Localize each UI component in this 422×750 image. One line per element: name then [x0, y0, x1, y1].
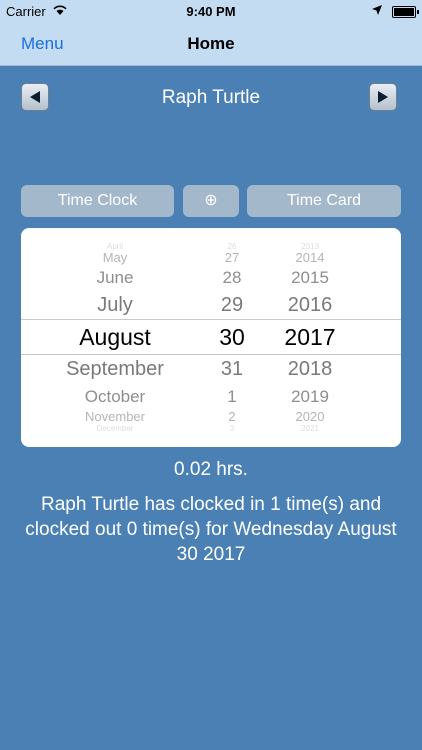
picker-month[interactable]: October	[61, 387, 169, 407]
picker-year[interactable]: 2020	[271, 409, 349, 424]
navigation-bar: Menu Home	[0, 22, 422, 66]
time-clock-button[interactable]: Time Clock	[21, 185, 174, 217]
right-arrow-icon	[378, 91, 388, 103]
status-bar: Carrier 9:40 PM	[0, 0, 422, 22]
picker-day-selected[interactable]: 30	[201, 324, 263, 351]
picker-month-selected[interactable]: August	[61, 324, 169, 351]
date-picker[interactable]: April May June July August September Oct…	[21, 228, 401, 447]
clock-summary: Raph Turtle has clocked in 1 time(s) and…	[25, 494, 397, 565]
picker-month[interactable]: December	[61, 424, 169, 433]
picker-year[interactable]: 2018	[271, 358, 349, 381]
picker-year[interactable]: 2019	[271, 387, 349, 407]
picker-month[interactable]: September	[61, 358, 169, 381]
location-icon	[372, 5, 382, 15]
battery-icon	[392, 6, 419, 18]
picker-day[interactable]: 29	[201, 294, 263, 317]
picker-day[interactable]: 27	[201, 250, 263, 265]
add-button[interactable]: ⊕	[183, 185, 239, 217]
person-name: Raph Turtle	[161, 87, 261, 108]
picker-month[interactable]: June	[61, 268, 169, 288]
total-hours: 0.02 hrs.	[174, 459, 248, 480]
picker-month[interactable]: May	[61, 250, 169, 265]
picker-year-selected[interactable]: 2017	[271, 324, 349, 351]
next-person-button[interactable]	[369, 83, 397, 111]
picker-year[interactable]: 2021	[271, 424, 349, 433]
picker-year[interactable]: 2014	[271, 250, 349, 265]
picker-month[interactable]: November	[61, 409, 169, 424]
picker-day[interactable]: 1	[201, 387, 263, 407]
picker-day[interactable]: 2	[201, 409, 263, 424]
picker-year[interactable]: 2016	[271, 294, 349, 317]
status-time: 9:40 PM	[186, 4, 236, 19]
picker-day[interactable]: 31	[201, 358, 263, 381]
time-card-button[interactable]: Time Card	[247, 185, 401, 217]
page-title: Home	[187, 34, 235, 53]
picker-day[interactable]: 3	[201, 424, 263, 433]
picker-year[interactable]: 2015	[271, 268, 349, 288]
picker-day[interactable]: 28	[201, 268, 263, 288]
picker-month[interactable]: July	[61, 294, 169, 317]
